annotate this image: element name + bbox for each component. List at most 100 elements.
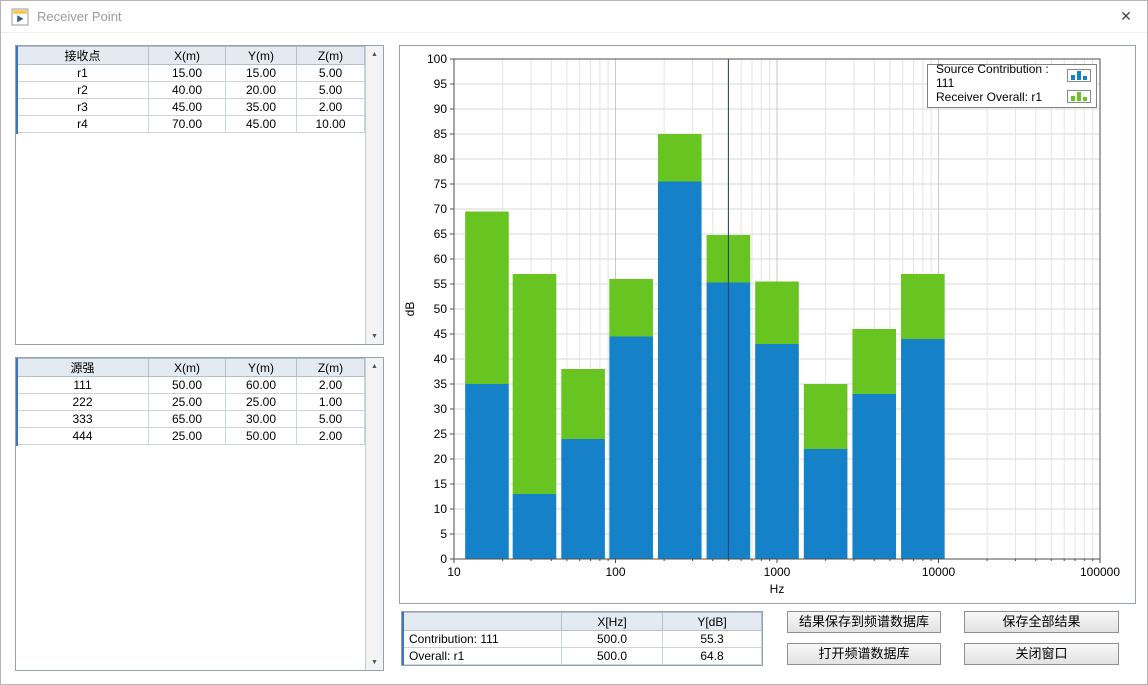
- save-all-results-button[interactable]: 保存全部结果: [964, 611, 1119, 633]
- table-cell[interactable]: 10.00: [297, 116, 365, 133]
- column-header[interactable]: Y(m): [226, 47, 297, 65]
- scroll-up-icon[interactable]: ▲: [366, 358, 383, 374]
- table-cell[interactable]: 30.00: [226, 411, 297, 428]
- x-tick-label: 10000: [922, 565, 956, 579]
- table-cell[interactable]: 5.00: [297, 82, 365, 99]
- close-window-button[interactable]: 关闭窗口: [964, 643, 1119, 665]
- column-header[interactable]: Y(m): [226, 359, 297, 377]
- table-cell[interactable]: 25.00: [149, 428, 226, 445]
- bar-contribution[interactable]: [609, 337, 653, 560]
- bar-contribution[interactable]: [901, 339, 945, 559]
- table-cell[interactable]: 500.0: [562, 648, 663, 665]
- open-spectrum-db-button[interactable]: 打开频谱数据库: [787, 643, 941, 665]
- scroll-down-icon[interactable]: ▼: [366, 328, 383, 344]
- scroll-up-icon[interactable]: ▲: [366, 46, 383, 62]
- bar-overall[interactable]: [561, 369, 605, 439]
- bar-contribution[interactable]: [513, 494, 557, 559]
- column-header[interactable]: [403, 613, 562, 631]
- bar-contribution[interactable]: [465, 384, 509, 559]
- table-cell[interactable]: 45.00: [149, 99, 226, 116]
- spectrum-bar-chart[interactable]: 0510152025303540455055606570758085909510…: [400, 46, 1135, 603]
- column-header[interactable]: Z(m): [297, 359, 365, 377]
- chart-legend: Source Contribution : 111 Receiver Overa…: [927, 64, 1097, 108]
- table-cell[interactable]: r4: [17, 116, 149, 133]
- source-strength-table[interactable]: 源强X(m)Y(m)Z(m)11150.0060.002.0022225.002…: [16, 358, 365, 445]
- table-cell[interactable]: 25.00: [149, 394, 226, 411]
- bar-contribution[interactable]: [561, 439, 605, 559]
- close-icon[interactable]: ✕: [1105, 1, 1147, 33]
- table-cell[interactable]: 35.00: [226, 99, 297, 116]
- table-cell[interactable]: 2.00: [297, 99, 365, 116]
- table-row: 44425.0050.002.00: [17, 428, 365, 445]
- bar-contribution[interactable]: [804, 449, 848, 559]
- table-cell[interactable]: 15.00: [149, 65, 226, 82]
- table-cell[interactable]: 25.00: [226, 394, 297, 411]
- column-header[interactable]: Z(m): [297, 47, 365, 65]
- bar-overall[interactable]: [852, 329, 896, 394]
- column-header[interactable]: Y[dB]: [663, 613, 762, 631]
- bar-contribution[interactable]: [658, 182, 702, 560]
- table-cell[interactable]: r3: [17, 99, 149, 116]
- scroll-track[interactable]: [366, 62, 383, 328]
- table-cell[interactable]: 1.00: [297, 394, 365, 411]
- table-cell[interactable]: Contribution: 111: [403, 631, 562, 648]
- table-cell[interactable]: 50.00: [226, 428, 297, 445]
- selection-indicator: [402, 612, 404, 665]
- bar-overall[interactable]: [658, 134, 702, 182]
- table-cell[interactable]: 55.3: [663, 631, 762, 648]
- table-cell[interactable]: 444: [17, 428, 149, 445]
- title-bar[interactable]: Receiver Point ✕: [1, 1, 1147, 33]
- column-header[interactable]: X(m): [149, 47, 226, 65]
- receiver-points-table[interactable]: 接收点X(m)Y(m)Z(m)r115.0015.005.00r240.0020…: [16, 46, 365, 133]
- table-cell[interactable]: 500.0: [562, 631, 663, 648]
- bar-overall[interactable]: [755, 282, 799, 345]
- receiver-table-wrap: 接收点X(m)Y(m)Z(m)r115.0015.005.00r240.0020…: [16, 46, 365, 344]
- bar-overall[interactable]: [465, 212, 509, 385]
- table-cell[interactable]: 111: [17, 377, 149, 394]
- table-cell[interactable]: 70.00: [149, 116, 226, 133]
- y-tick-label: 15: [434, 477, 448, 491]
- legend-item-contribution[interactable]: Source Contribution : 111: [928, 65, 1096, 86]
- save-to-spectrum-db-button[interactable]: 结果保存到频谱数据库: [787, 611, 941, 633]
- table-cell[interactable]: 20.00: [226, 82, 297, 99]
- column-header[interactable]: X[Hz]: [562, 613, 663, 631]
- table-cell[interactable]: 333: [17, 411, 149, 428]
- bar-overall[interactable]: [609, 279, 653, 337]
- table-row: Overall: r1500.064.8: [403, 648, 762, 665]
- table-cell[interactable]: 2.00: [297, 428, 365, 445]
- table-cell[interactable]: 65.00: [149, 411, 226, 428]
- scroll-track[interactable]: [366, 374, 383, 654]
- table-cell[interactable]: 5.00: [297, 411, 365, 428]
- labview-app-icon: [11, 8, 29, 26]
- column-header[interactable]: 源强: [17, 359, 149, 377]
- table-cell[interactable]: 222: [17, 394, 149, 411]
- table-cell[interactable]: 50.00: [149, 377, 226, 394]
- table-cell[interactable]: r2: [17, 82, 149, 99]
- table-cell[interactable]: Overall: r1: [403, 648, 562, 665]
- table-cell[interactable]: r1: [17, 65, 149, 82]
- y-tick-label: 85: [434, 127, 448, 141]
- table-row: r240.0020.005.00: [17, 82, 365, 99]
- y-tick-label: 35: [434, 377, 448, 391]
- scroll-down-icon[interactable]: ▼: [366, 654, 383, 670]
- cursor-readout-table[interactable]: X[Hz]Y[dB]Contribution: 111500.055.3Over…: [402, 612, 762, 665]
- receiver-point-window: Receiver Point ✕ 接收点X(m)Y(m)Z(m)r115.001…: [0, 0, 1148, 685]
- table-cell[interactable]: 45.00: [226, 116, 297, 133]
- bar-contribution[interactable]: [755, 344, 799, 559]
- y-tick-label: 10: [434, 502, 448, 516]
- bar-contribution[interactable]: [852, 394, 896, 559]
- table-cell[interactable]: 2.00: [297, 377, 365, 394]
- bar-overall[interactable]: [804, 384, 848, 449]
- table-cell[interactable]: 15.00: [226, 65, 297, 82]
- column-header[interactable]: 接收点: [17, 47, 149, 65]
- table-cell[interactable]: 5.00: [297, 65, 365, 82]
- source-table-scrollbar[interactable]: ▲ ▼: [365, 358, 383, 670]
- legend-item-overall[interactable]: Receiver Overall: r1: [928, 86, 1096, 107]
- column-header[interactable]: X(m): [149, 359, 226, 377]
- table-cell[interactable]: 40.00: [149, 82, 226, 99]
- receiver-table-scrollbar[interactable]: ▲ ▼: [365, 46, 383, 344]
- table-cell[interactable]: 60.00: [226, 377, 297, 394]
- table-cell[interactable]: 64.8: [663, 648, 762, 665]
- bar-overall[interactable]: [901, 274, 945, 339]
- bar-overall[interactable]: [513, 274, 557, 494]
